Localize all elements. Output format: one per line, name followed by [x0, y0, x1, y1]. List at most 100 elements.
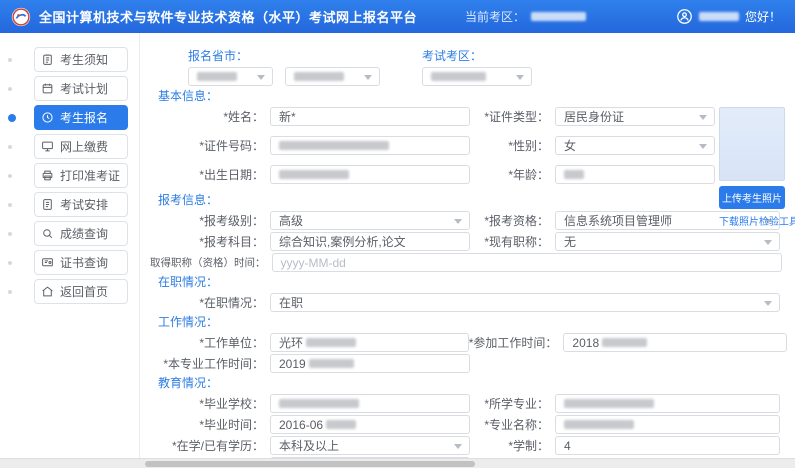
sidebar-item-label: 证书查询 [60, 256, 109, 270]
sidebar-item-notice[interactable]: 考生须知 [34, 47, 128, 72]
section-title-education: 教育情况： [158, 376, 219, 390]
employer-label: *工作单位： [199, 336, 264, 350]
age-label: *年龄： [508, 168, 549, 182]
professional-time-field[interactable]: 2019 [270, 354, 470, 373]
id-number-field[interactable] [270, 136, 470, 155]
sidebar-item-label: 成绩查询 [60, 227, 109, 241]
id-type-label: *证件类型： [484, 110, 549, 124]
major-name-label: *专业名称： [484, 418, 549, 432]
redacted-value [306, 338, 357, 347]
clipboard-icon [41, 53, 54, 66]
calendar-icon [41, 82, 54, 95]
current-title-select[interactable]: 无 [555, 232, 780, 251]
employment-status-select[interactable]: 在职 [270, 293, 780, 312]
graduation-time-field[interactable]: 2016-06 [270, 415, 470, 434]
province-select[interactable] [188, 67, 273, 86]
graduation-time-label: *毕业时间： [199, 418, 264, 432]
chevron-down-icon [764, 239, 772, 245]
qualification-label: *报考资格： [484, 214, 549, 228]
education-level-select[interactable]: 本科及以上 [270, 436, 470, 455]
employer-field[interactable]: 光环 [270, 333, 469, 352]
monitor-icon [41, 140, 54, 153]
sidebar-item-online-payment[interactable]: 网上缴费 [34, 134, 128, 159]
region-select-row: 报名省市： 考试考区： [188, 47, 787, 86]
birth-date-label: *出生日期： [199, 168, 264, 182]
sidebar-item-exam-schedule[interactable]: 考试安排 [34, 192, 128, 217]
sidebar-item-label: 打印准考证 [60, 169, 121, 183]
redacted-value [431, 72, 486, 81]
redacted-value [279, 170, 349, 179]
section-basic-info: *姓名： 新* *证件类型： 居民身份证 *证件号码： *性别： 女 *出生日期… [150, 107, 795, 228]
gender-select[interactable]: 女 [555, 136, 715, 155]
sidebar-item-print-ticket[interactable]: 打印准考证 [34, 163, 128, 188]
sidebar-item-label: 网上缴费 [60, 140, 109, 154]
education-level-label: *在学/已有学历： [171, 439, 264, 453]
photo-area: 上传考生照片 下载照片检验工具 [719, 107, 795, 228]
document-icon [41, 198, 54, 211]
redacted-value [197, 72, 237, 81]
city-select[interactable] [285, 67, 380, 86]
work-start-field[interactable]: 2018 [563, 333, 787, 352]
name-label: *姓名： [223, 110, 264, 124]
top-header: 全国计算机技术与软件专业技术资格（水平）考试网上报名平台 当前考区： 您好！ [0, 0, 795, 33]
sidebar-item-home[interactable]: 返回首页 [34, 279, 128, 304]
certificate-icon [41, 256, 54, 269]
sidebar-item-exam-plan[interactable]: 考试计划 [34, 76, 128, 101]
sidebar: 考生须知 考试计划 考生报名 网上缴费 打印准考证 考试安排 成绩查询 证书查询… [0, 33, 140, 468]
sidebar-item-label: 考试安排 [60, 198, 109, 212]
section-education: *毕业学校： *所学专业： *毕业时间： 2016-06 *专业名称： *在学/… [150, 394, 787, 468]
sidebar-item-label: 考生须知 [60, 53, 109, 67]
greeting-text: 您好！ [744, 10, 781, 24]
exam-level-label: *报考级别： [199, 214, 264, 228]
major-studied-label: *所学专业： [484, 397, 549, 411]
sidebar-item-score-query[interactable]: 成绩查询 [34, 221, 128, 246]
scrollbar-thumb[interactable] [145, 461, 475, 467]
sidebar-item-registration[interactable]: 考生报名 [34, 105, 128, 130]
current-region-value [531, 12, 587, 21]
exam-district-select[interactable] [422, 67, 532, 86]
redacted-value [564, 170, 584, 179]
school-field[interactable] [270, 394, 470, 413]
chevron-down-icon [699, 143, 707, 149]
employment-status-label: *在职情况： [199, 296, 264, 310]
section-title-employment: 在职情况： [158, 275, 219, 289]
birth-date-field[interactable] [270, 165, 470, 184]
registration-form: 报名省市： 考试考区： 基本信息： *姓名： 新* *证件类型： 居民身份证 *… [140, 33, 795, 468]
user-info[interactable]: 您好！ [676, 8, 781, 25]
redacted-value [602, 338, 648, 347]
chevron-down-icon [257, 74, 265, 80]
home-icon [41, 285, 54, 298]
sidebar-item-certificate-query[interactable]: 证书查询 [34, 250, 128, 275]
download-photo-tool-link[interactable]: 下载照片检验工具 [719, 213, 795, 228]
major-name-field[interactable] [555, 415, 780, 434]
redacted-value [294, 72, 344, 81]
upload-photo-button[interactable]: 上传考生照片 [719, 186, 785, 209]
app-window: 全国计算机技术与软件专业技术资格（水平）考试网上报名平台 当前考区： 您好！ 考… [0, 0, 795, 468]
exam-district-label: 考试考区： [422, 49, 483, 63]
sidebar-item-label: 考试计划 [60, 82, 109, 96]
current-region: 当前考区： [465, 8, 587, 25]
major-studied-field[interactable] [555, 394, 780, 413]
brand: 全国计算机技术与软件专业技术资格（水平）考试网上报名平台 [10, 6, 417, 28]
title-time-field[interactable]: yyyy-MM-dd [271, 253, 782, 272]
id-type-select[interactable]: 居民身份证 [555, 107, 715, 126]
horizontal-scrollbar[interactable] [0, 458, 795, 468]
section-title-basic-info: 基本信息： [158, 89, 219, 103]
current-title-label: *现有职称： [484, 235, 549, 249]
age-field[interactable] [555, 165, 715, 184]
school-system-label: *学制： [508, 439, 549, 453]
section-employment: *在职情况： 在职 [150, 293, 787, 312]
school-system-field[interactable]: 4 [555, 436, 780, 455]
user-avatar-icon[interactable] [676, 8, 693, 25]
clock-icon [41, 111, 54, 124]
exam-level-select[interactable]: 高级 [270, 211, 470, 230]
gender-label: *性别： [508, 139, 549, 153]
name-field[interactable]: 新* [270, 107, 470, 126]
subjects-field[interactable]: 综合知识,案例分析,论文 [270, 232, 470, 251]
province-label: 报名省市： [188, 49, 249, 63]
section-title-exam-info: 报考信息： [158, 193, 219, 207]
redacted-value [279, 141, 389, 150]
candidate-photo-placeholder [719, 107, 785, 181]
title-time-label: 取得职称（资格）时间： [150, 257, 266, 269]
chevron-down-icon [699, 114, 707, 120]
